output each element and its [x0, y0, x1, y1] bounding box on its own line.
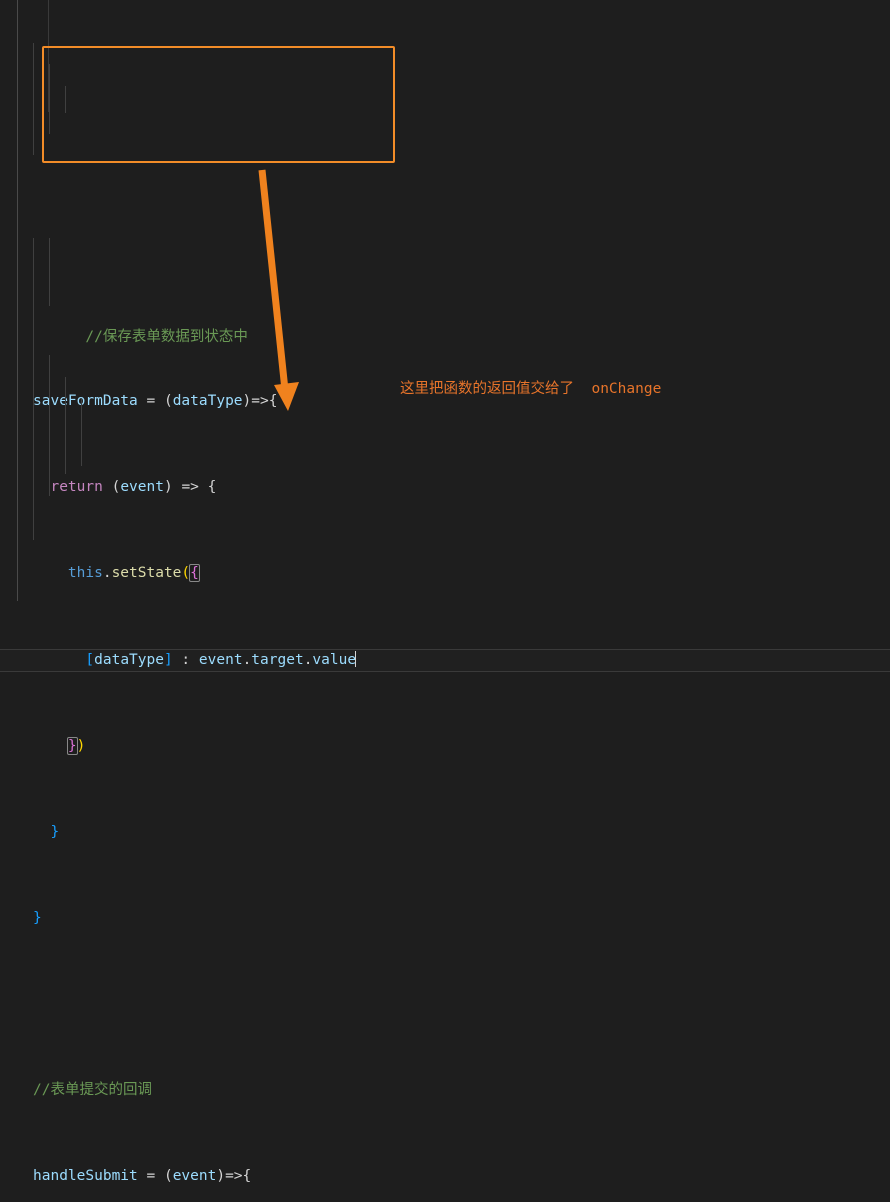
code-line[interactable]: }: [0, 908, 890, 930]
indent-guide: [33, 43, 34, 155]
code-surface[interactable]: //保存表单数据到状态中 saveFormData = (dataType)=>…: [0, 0, 890, 1184]
code-line[interactable]: return (event) => {: [0, 477, 890, 499]
token-brace: }: [66, 737, 78, 755]
token-param: event: [172, 1168, 217, 1184]
token-paren: ): [76, 738, 86, 754]
indent-guide: [81, 399, 82, 466]
token-comment: //保存表单数据到状态中: [85, 328, 248, 345]
token-bracket: [: [85, 652, 95, 668]
text-cursor: [355, 651, 357, 667]
code-line[interactable]: this.setState({: [0, 563, 890, 585]
token-param: dataType: [172, 393, 243, 409]
token-op: (: [102, 479, 121, 495]
token-op: )=>{: [242, 393, 278, 409]
token-keyword-return: return: [50, 479, 103, 495]
token-op: :: [172, 652, 199, 668]
token-op: .: [303, 652, 313, 668]
token-brace: {: [189, 564, 200, 582]
code-line[interactable]: }): [0, 736, 890, 758]
code-line-blank[interactable]: [0, 994, 890, 1016]
token-identifier: event: [198, 652, 243, 668]
indent-guide: [33, 238, 34, 540]
token-function: setState: [111, 565, 182, 581]
token-paren: (: [181, 565, 191, 581]
token-comment: //表单提交的回调: [33, 1082, 152, 1098]
token-param: event: [120, 479, 164, 495]
annotation-note: 这里把函数的返回值交给了 onChange: [400, 381, 662, 397]
token-op: = (: [137, 393, 173, 409]
token-bracket: ]: [163, 652, 173, 668]
code-line-active[interactable]: [dataType] : event.target.value: [0, 649, 890, 672]
token-op: = (: [137, 1168, 173, 1184]
token-op: )=>{: [216, 1168, 252, 1184]
indent-guide: [65, 377, 66, 474]
indent-guide: [49, 355, 50, 496]
code-editor[interactable]: //保存表单数据到状态中 saveFormData = (dataType)=>…: [0, 0, 890, 1184]
code-line[interactable]: //保存表单数据到状态中: [0, 301, 890, 345]
token-identifier: handleSubmit: [33, 1168, 138, 1184]
token-property: value: [312, 652, 357, 668]
token-brace: }: [33, 910, 42, 926]
token-property: target: [251, 652, 304, 668]
token-this: this: [67, 565, 103, 581]
token-op: .: [102, 565, 112, 581]
indent-guide: [65, 86, 66, 113]
code-line[interactable]: //表单提交的回调: [0, 1080, 890, 1102]
token-identifier: dataType: [94, 652, 164, 668]
code-line[interactable]: handleSubmit = (event)=>{: [0, 1166, 890, 1188]
token-brace: }: [50, 824, 60, 840]
token-op: .: [242, 652, 252, 668]
token-op: ) => {: [163, 479, 217, 495]
code-line[interactable]: }: [0, 822, 890, 844]
indent-guide: [49, 238, 50, 306]
indent-guide: [49, 64, 50, 134]
